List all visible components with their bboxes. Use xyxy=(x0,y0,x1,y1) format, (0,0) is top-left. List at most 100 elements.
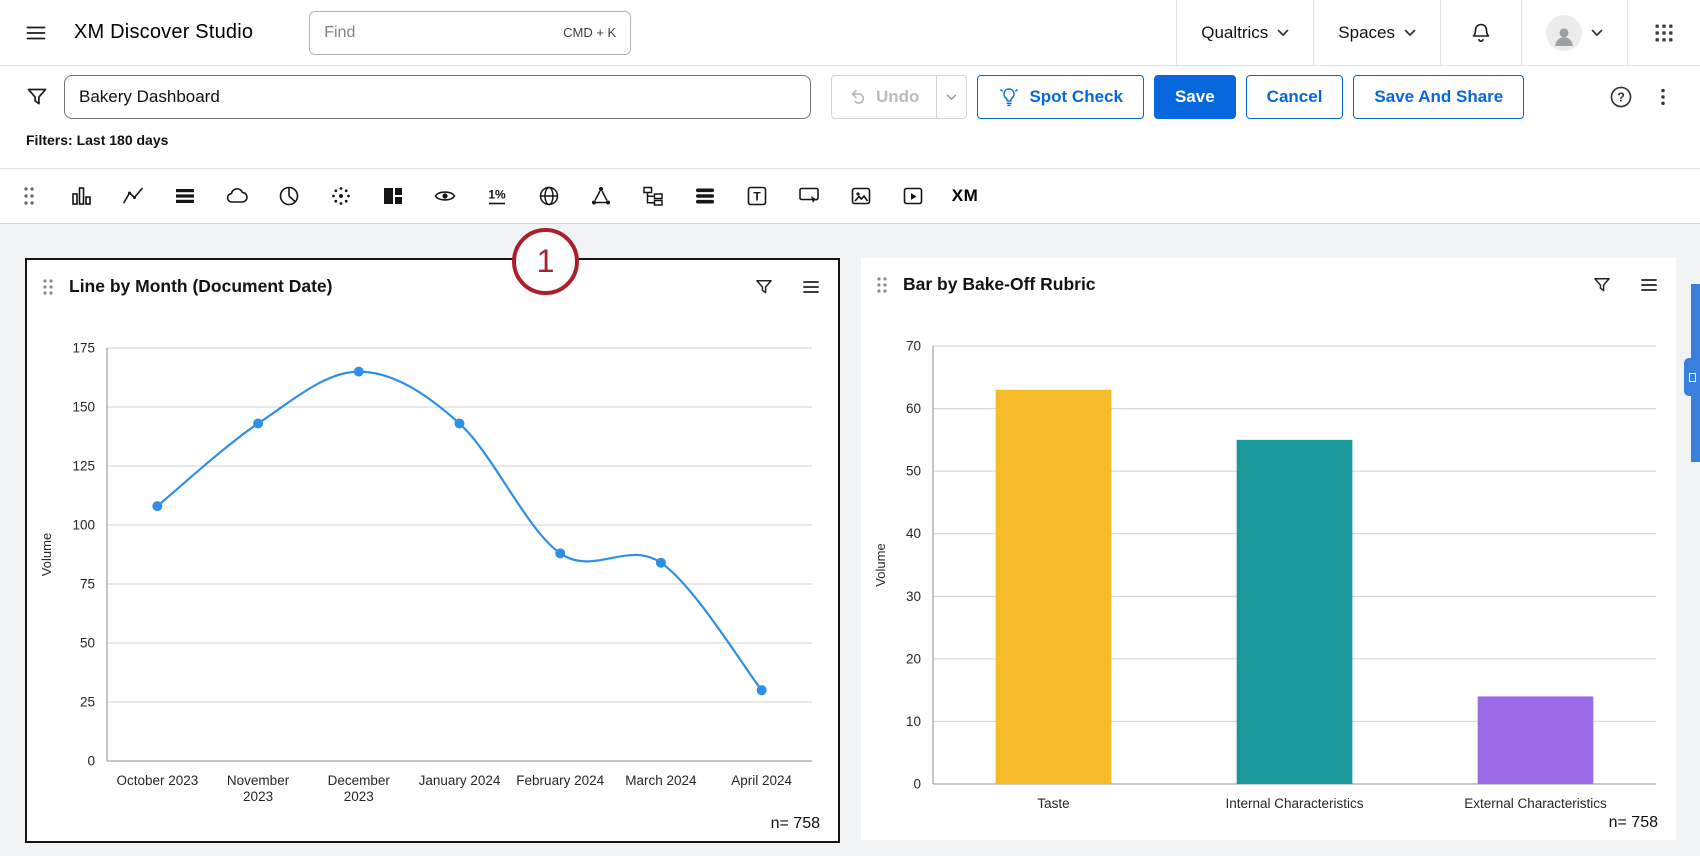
svg-text:70: 70 xyxy=(906,339,921,354)
spaces-label: Spaces xyxy=(1338,23,1395,43)
header-right-cluster: Qualtrics Spaces xyxy=(1176,0,1700,65)
image-icon[interactable] xyxy=(848,183,874,209)
widget-header: Line by Month (Document Date) xyxy=(27,260,838,297)
video-icon[interactable] xyxy=(900,183,926,209)
widget-filter-button[interactable] xyxy=(1592,275,1612,295)
widget-title: Bar by Bake-Off Rubric xyxy=(903,274,1096,295)
undo-icon xyxy=(849,88,867,106)
widget-drag-handle-icon[interactable] xyxy=(39,277,57,297)
svg-text:175: 175 xyxy=(72,341,95,356)
horizontal-bars-icon[interactable] xyxy=(692,183,718,209)
filter-funnel-icon xyxy=(1592,275,1612,295)
widget-bar-by-rubric[interactable]: Bar by Bake-Off Rubric 010203040506070Ta… xyxy=(861,258,1676,840)
xm-widget-icon[interactable]: XM xyxy=(952,183,978,209)
widget-title: Line by Month (Document Date) xyxy=(69,276,332,297)
svg-text:125: 125 xyxy=(72,459,95,474)
svg-text:50: 50 xyxy=(906,464,921,479)
svg-text:External Characteristics: External Characteristics xyxy=(1464,796,1607,811)
qualtrics-label: Qualtrics xyxy=(1201,23,1268,43)
pie-chart-icon[interactable] xyxy=(276,183,302,209)
svg-text:Volume: Volume xyxy=(873,543,888,586)
spaces-menu[interactable]: Spaces xyxy=(1313,0,1440,65)
network-icon[interactable] xyxy=(588,183,614,209)
dashboard-filter-button[interactable] xyxy=(20,80,54,114)
save-button[interactable]: Save xyxy=(1154,75,1236,119)
label-icon[interactable] xyxy=(796,183,822,209)
qualtrics-menu[interactable]: Qualtrics xyxy=(1176,0,1313,65)
top-header: XM Discover Studio CMD + K Qualtrics Spa… xyxy=(0,0,1700,66)
svg-text:Taste: Taste xyxy=(1037,796,1069,811)
help-icon: ? xyxy=(1608,84,1634,110)
line-chart: 0255075100125150175October 2023November2… xyxy=(35,330,828,813)
spot-check-button[interactable]: Spot Check xyxy=(977,75,1144,119)
svg-text:December2023: December2023 xyxy=(328,773,391,804)
account-menu[interactable] xyxy=(1521,0,1627,65)
bar-chart-icon[interactable] xyxy=(68,183,94,209)
svg-text:25: 25 xyxy=(80,695,95,710)
filters-summary: Filters: Last 180 days xyxy=(0,128,1700,168)
widget-line-by-month[interactable]: Line by Month (Document Date) 0255075100… xyxy=(25,258,840,843)
hamburger-icon xyxy=(24,21,48,45)
preview-eye-icon[interactable] xyxy=(432,183,458,209)
widget-toolbar: 1% T XM xyxy=(0,168,1700,224)
metric-icon[interactable]: 1% xyxy=(484,183,510,209)
widget-menu-button[interactable] xyxy=(800,277,822,297)
svg-text:10: 10 xyxy=(906,714,921,729)
undo-label: Undo xyxy=(876,87,919,107)
text-box-icon[interactable]: T xyxy=(744,183,770,209)
svg-text:0: 0 xyxy=(913,777,921,792)
main-menu-button[interactable] xyxy=(20,17,52,49)
widget-drag-handle-icon[interactable] xyxy=(873,275,891,295)
undo-button[interactable]: Undo xyxy=(832,76,936,118)
apps-grid-button[interactable] xyxy=(1627,0,1700,65)
help-button[interactable]: ? xyxy=(1608,84,1634,110)
treemap-icon[interactable] xyxy=(380,183,406,209)
scatter-plot-icon[interactable] xyxy=(328,183,354,209)
filter-funnel-icon xyxy=(25,85,49,109)
dashboard-canvas: Line by Month (Document Date) 0255075100… xyxy=(0,224,1700,856)
hierarchy-icon[interactable] xyxy=(640,183,666,209)
bar-chart: 010203040506070TasteInternal Characteris… xyxy=(869,328,1666,832)
svg-text:0: 0 xyxy=(87,754,95,769)
svg-text:Volume: Volume xyxy=(39,533,54,576)
table-icon[interactable] xyxy=(172,183,198,209)
svg-text:1%: 1% xyxy=(488,188,506,202)
cancel-label: Cancel xyxy=(1267,87,1323,107)
save-and-share-button[interactable]: Save And Share xyxy=(1353,75,1524,119)
person-icon xyxy=(1549,21,1579,51)
svg-text:February 2024: February 2024 xyxy=(516,773,604,788)
cancel-button[interactable]: Cancel xyxy=(1246,75,1344,119)
chevron-down-icon xyxy=(1277,29,1289,37)
globe-icon[interactable] xyxy=(536,183,562,209)
lightbulb-icon xyxy=(998,86,1020,108)
line-chart-icon[interactable] xyxy=(120,183,146,209)
dashboard-name-input[interactable] xyxy=(64,75,811,119)
svg-text:60: 60 xyxy=(906,401,921,416)
svg-text:January 2024: January 2024 xyxy=(419,773,501,788)
sample-size-label: n= 758 xyxy=(771,815,820,833)
widget-menu-button[interactable] xyxy=(1638,275,1660,295)
widget-filter-button[interactable] xyxy=(754,277,774,297)
more-options-button[interactable] xyxy=(1652,86,1674,108)
filter-funnel-icon xyxy=(754,277,774,297)
chevron-down-icon xyxy=(1404,29,1416,37)
undo-history-dropdown[interactable] xyxy=(936,76,966,118)
word-cloud-icon[interactable] xyxy=(224,183,250,209)
svg-text:75: 75 xyxy=(80,577,95,592)
chevron-down-icon xyxy=(1591,29,1603,37)
svg-text:October 2023: October 2023 xyxy=(116,773,198,788)
global-search-box[interactable]: CMD + K xyxy=(309,11,631,55)
svg-text:50: 50 xyxy=(80,636,95,651)
side-panel-tab[interactable] xyxy=(1684,358,1700,396)
undo-split-button: Undo xyxy=(831,75,967,119)
app-title: XM Discover Studio xyxy=(74,21,253,44)
save-and-share-label: Save And Share xyxy=(1374,87,1503,107)
notifications-button[interactable] xyxy=(1440,0,1521,65)
dashboard-edit-bar: Undo Spot Check Save Cancel Save And Sha… xyxy=(0,66,1700,128)
toolbar-drag-handle-icon[interactable] xyxy=(16,183,42,209)
svg-text:40: 40 xyxy=(906,526,921,541)
search-shortcut-hint: CMD + K xyxy=(563,25,616,40)
svg-text:30: 30 xyxy=(906,589,921,604)
search-input[interactable] xyxy=(324,24,555,42)
menu-icon xyxy=(800,277,822,297)
